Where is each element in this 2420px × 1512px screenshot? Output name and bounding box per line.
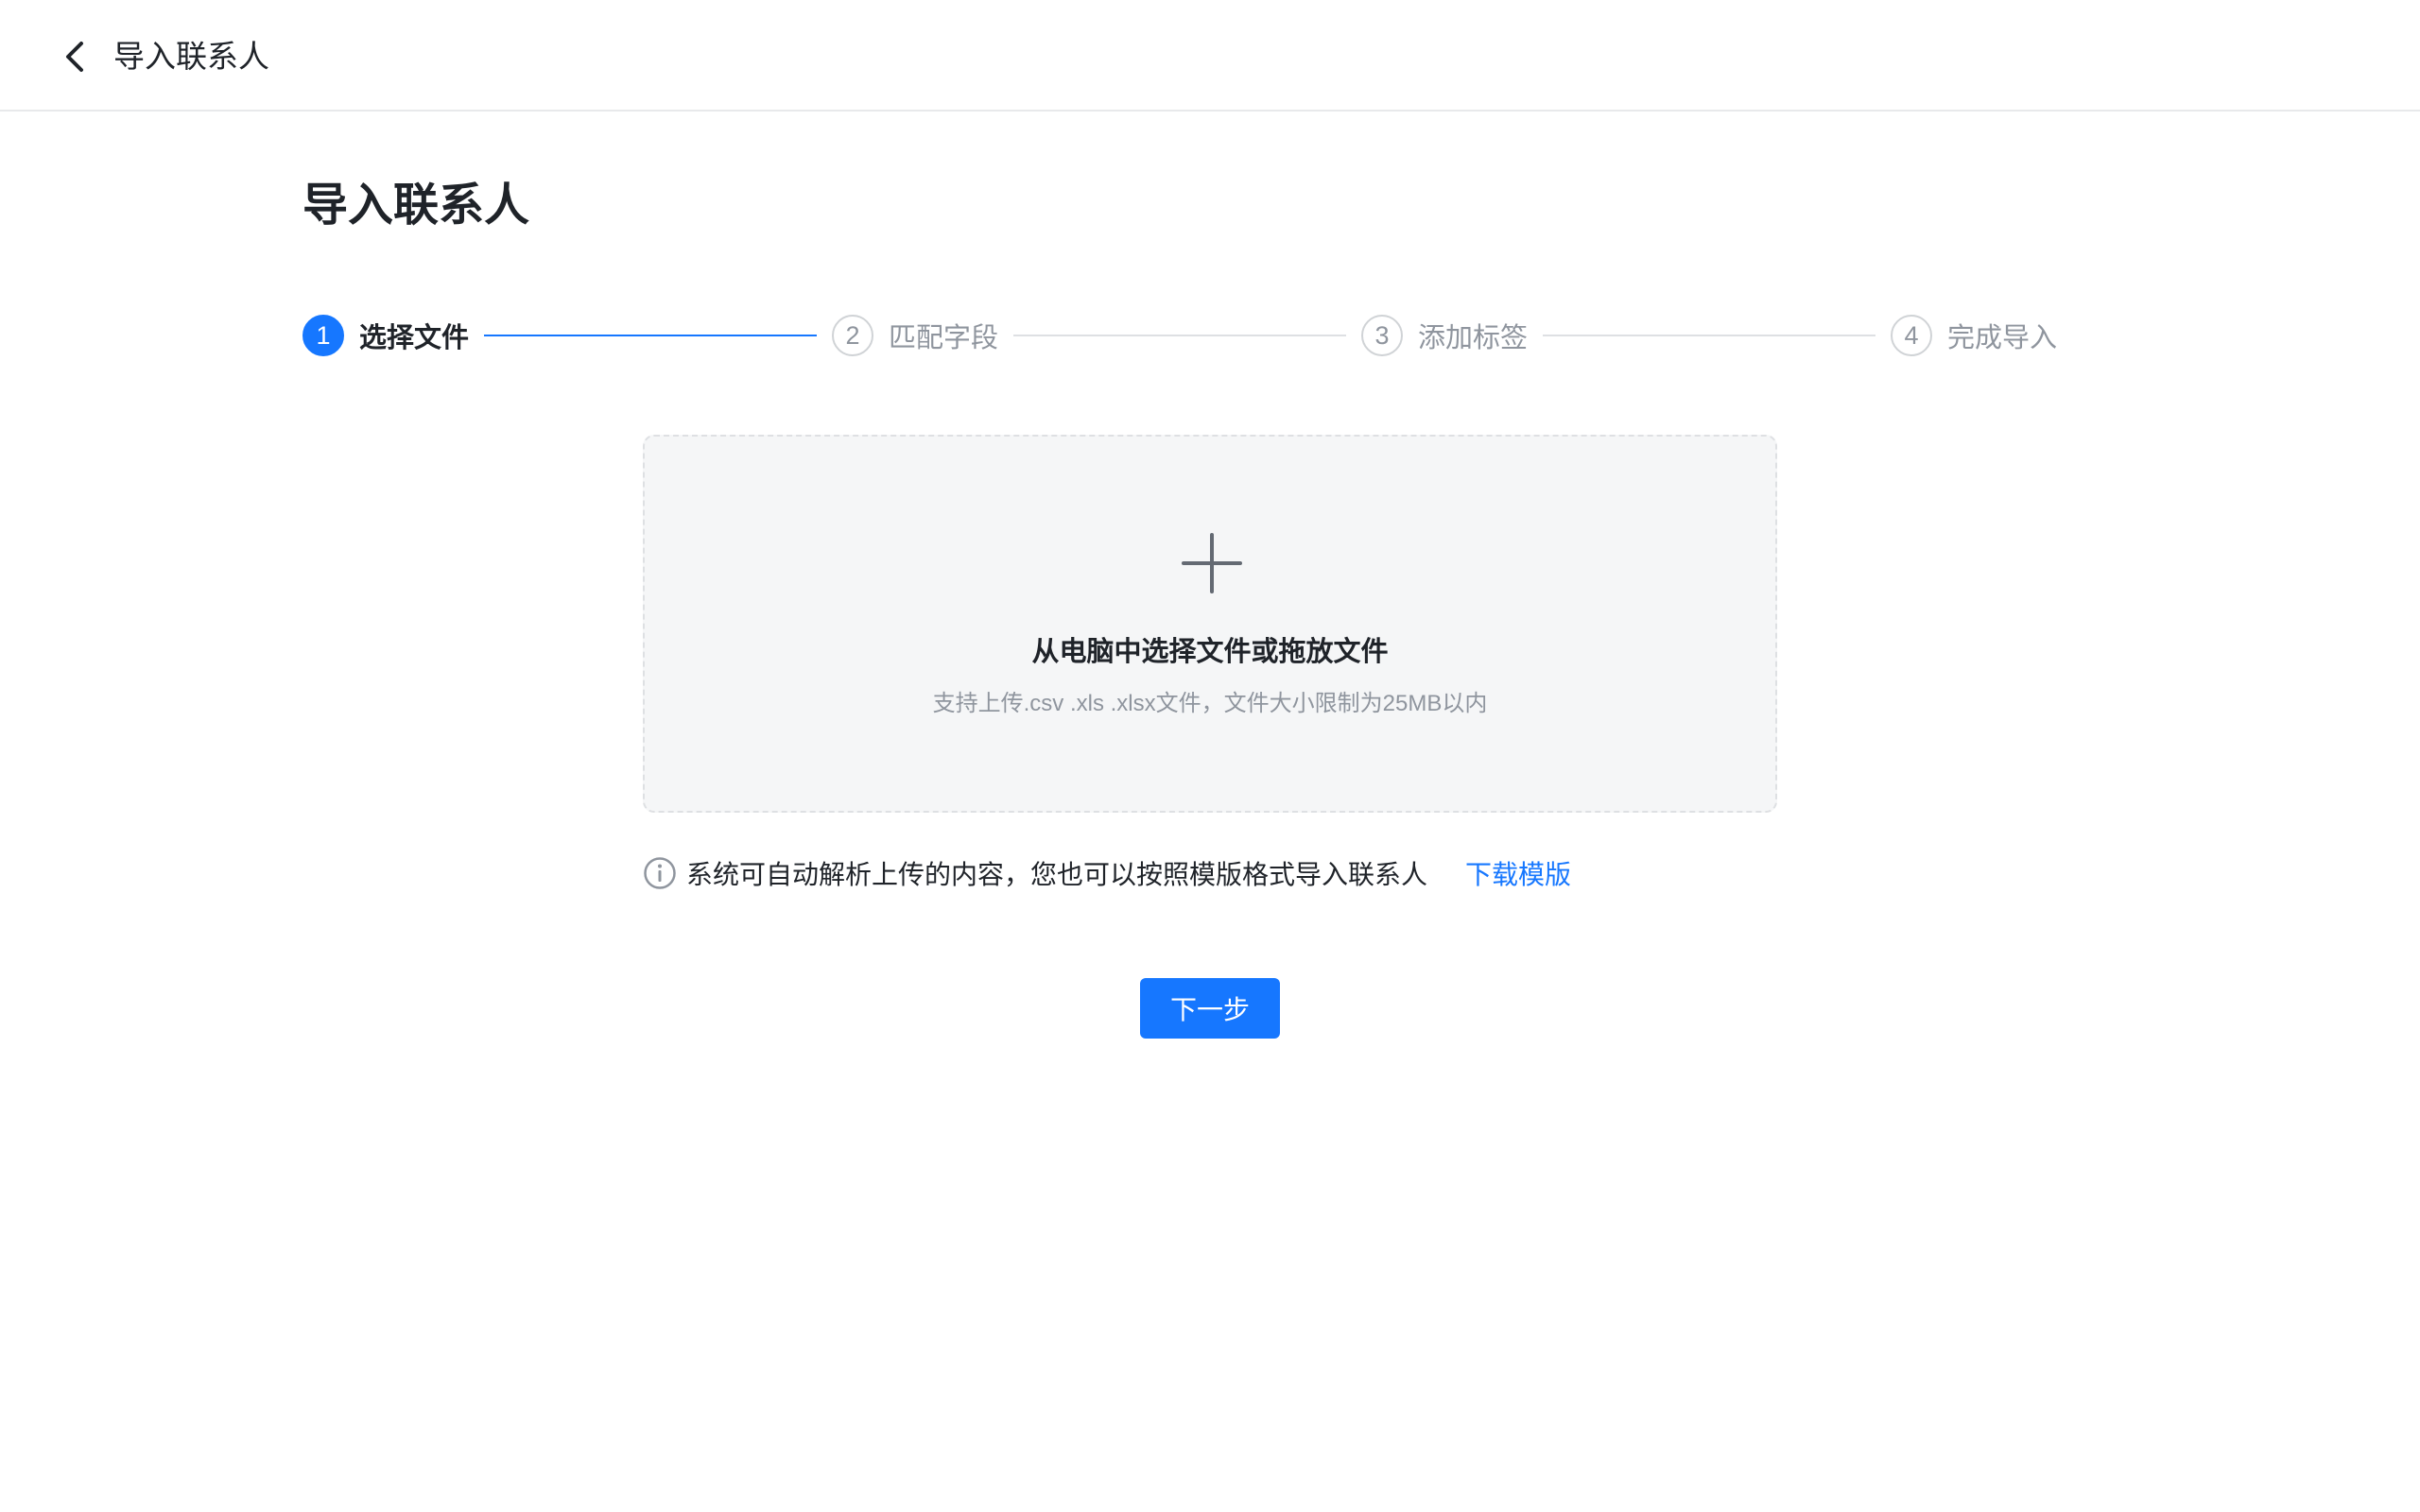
step-3: 3 添加标签: [1361, 313, 1528, 358]
step-1: 1 选择文件: [302, 313, 469, 358]
step-connector-1: [484, 335, 817, 336]
chevron-left-icon: [66, 42, 83, 72]
upload-hint: 支持上传.csv .xls .xlsx文件，文件大小限制为25MB以内: [932, 691, 1488, 716]
info-text: 系统可自动解析上传的内容，您也可以按照模版格式导入联系人: [686, 860, 1428, 889]
step-2-number: 2: [832, 315, 873, 356]
top-bar-title: 导入联系人: [113, 39, 269, 74]
info-circle-icon: [644, 857, 676, 889]
file-upload-dropzone[interactable]: 从电脑中选择文件或拖放文件 支持上传.csv .xls .xlsx文件，文件大小…: [643, 435, 1777, 813]
step-4-number: 4: [1891, 315, 1932, 356]
info-row: 系统可自动解析上传的内容，您也可以按照模版格式导入联系人 下载模版: [643, 852, 1571, 894]
back-button[interactable]: [57, 36, 95, 77]
download-template-link[interactable]: 下载模版: [1465, 854, 1571, 892]
page-title: 导入联系人: [302, 180, 530, 231]
step-connector-3: [1543, 335, 1876, 336]
step-1-number: 1: [302, 315, 344, 356]
step-2: 2 匹配字段: [832, 313, 998, 358]
step-indicator: 1 选择文件 2 匹配字段 3 添加标签 4 完成导入: [302, 313, 2061, 358]
step-1-label: 选择文件: [359, 323, 470, 353]
next-step-button[interactable]: 下一步: [1140, 978, 1280, 1039]
upload-title: 从电脑中选择文件或拖放文件: [1031, 637, 1389, 667]
plus-icon: [1182, 533, 1242, 593]
step-3-label: 添加标签: [1418, 323, 1529, 353]
step-3-number: 3: [1361, 315, 1403, 356]
step-4-label: 完成导入: [1947, 323, 2058, 353]
step-4: 4 完成导入: [1891, 313, 2057, 358]
step-2-label: 匹配字段: [889, 323, 999, 353]
top-bar: 导入联系人: [0, 0, 2420, 112]
step-connector-2: [1013, 335, 1346, 336]
